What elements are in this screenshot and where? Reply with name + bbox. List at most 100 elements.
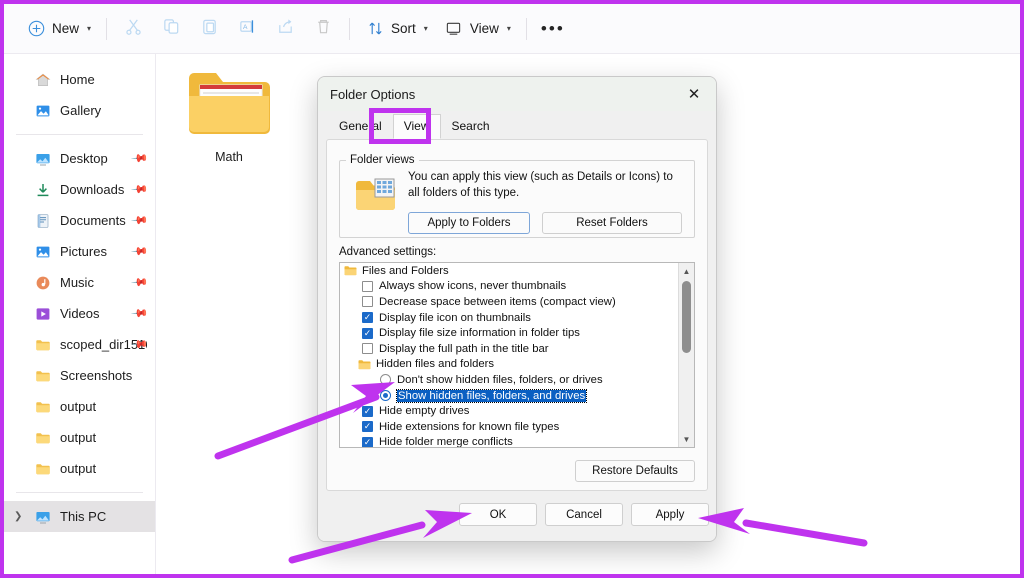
checkbox[interactable] (362, 421, 373, 432)
advanced-list-scrollbar[interactable]: ▲ ▼ (678, 263, 694, 447)
chevron-right-icon[interactable]: ❯ (14, 511, 22, 522)
sidebar-item-downloads[interactable]: Downloads 📌 (4, 174, 155, 205)
delete-icon (314, 17, 333, 41)
advanced-settings-list[interactable]: Files and Folders Always show icons, nev… (339, 262, 695, 448)
folder-views-group: Folder views (339, 154, 695, 238)
checkbox[interactable] (362, 343, 373, 354)
sidebar-item-videos[interactable]: Videos 📌 (4, 298, 155, 329)
sidebar-item-label: output (60, 430, 96, 445)
sidebar-divider-2 (16, 492, 143, 493)
folder-icon (185, 125, 273, 142)
checkbox[interactable] (362, 328, 373, 339)
restore-defaults-button[interactable]: Restore Defaults (575, 460, 695, 482)
sidebar-item-label: Videos (60, 306, 100, 321)
checkbox[interactable] (362, 406, 373, 417)
folder-icon (34, 367, 51, 384)
scroll-up-arrow-icon[interactable]: ▲ (679, 263, 694, 279)
sidebar-item-documents[interactable]: Documents 📌 (4, 205, 155, 236)
advanced-row-hide-empty-drives[interactable]: Hide empty drives (340, 403, 694, 419)
navigation-pane[interactable]: Home Gallery Desktop 📌 Downloads 📌 (4, 54, 156, 574)
checkbox[interactable] (362, 281, 373, 292)
folder-icon (34, 398, 51, 415)
chevron-down-icon-sort[interactable]: ▾ (424, 24, 428, 33)
checkbox[interactable] (362, 437, 373, 448)
scrollbar-thumb[interactable] (682, 281, 691, 353)
advanced-row-label: Files and Folders (362, 265, 449, 277)
sidebar-item-gallery[interactable]: Gallery (4, 95, 155, 126)
toolbar-divider-2 (349, 18, 350, 40)
paste-button[interactable] (190, 13, 228, 45)
advanced-row-label: Hidden files and folders (376, 358, 494, 370)
dialog-title: Folder Options (330, 87, 415, 102)
sidebar-item-output-2[interactable]: output (4, 422, 155, 453)
folder-icon (34, 429, 51, 446)
cut-button[interactable] (114, 13, 152, 45)
sidebar-item-pictures[interactable]: Pictures 📌 (4, 236, 155, 267)
sidebar-item-this-pc[interactable]: ❯ This PC (4, 501, 155, 532)
chevron-down-icon[interactable]: ▾ (87, 24, 91, 33)
advanced-row-display-file-icon[interactable]: Display file icon on thumbnails (340, 310, 694, 326)
tab-view[interactable]: View (393, 114, 441, 139)
toolbar-divider (106, 18, 107, 40)
rename-button[interactable]: A (228, 13, 266, 45)
pin-icon[interactable]: 📌 (131, 273, 150, 292)
radio-button[interactable] (380, 374, 391, 385)
advanced-settings-label: Advanced settings: (339, 246, 436, 258)
advanced-row-display-full-path[interactable]: Display the full path in the title bar (340, 341, 694, 357)
sidebar-item-home[interactable]: Home (4, 64, 155, 95)
pin-icon[interactable]: 📌 (131, 180, 150, 199)
copy-button[interactable] (152, 13, 190, 45)
sidebar-item-output-3[interactable]: output (4, 453, 155, 484)
radio-button-selected[interactable] (380, 390, 391, 401)
dialog-tabstrip[interactable]: General View Search (318, 111, 716, 139)
advanced-row-dont-show-hidden[interactable]: Don't show hidden files, folders, or dri… (340, 372, 694, 388)
file-tile-math[interactable]: Math (174, 66, 284, 164)
scroll-down-arrow-icon[interactable]: ▼ (679, 431, 694, 447)
cancel-button[interactable]: Cancel (545, 503, 623, 526)
music-icon (34, 274, 51, 291)
sidebar-item-label: Home (60, 72, 95, 87)
folder-options-dialog[interactable]: Folder Options ✕ General View Search Fol… (317, 76, 717, 542)
advanced-row-hide-extensions[interactable]: Hide extensions for known file types (340, 419, 694, 435)
folder-view-icon (354, 176, 398, 214)
tab-search[interactable]: Search (441, 114, 501, 139)
advanced-row-display-file-size[interactable]: Display file size information in folder … (340, 325, 694, 341)
pin-icon[interactable]: 📌 (131, 242, 150, 261)
close-icon[interactable]: ✕ (672, 77, 716, 111)
more-options-button[interactable]: ••• (534, 13, 572, 45)
sidebar-item-scoped-dir[interactable]: scoped_dir15168 📌 (4, 329, 155, 360)
tab-general[interactable]: General (328, 114, 393, 139)
checkbox[interactable] (362, 296, 373, 307)
checkbox[interactable] (362, 312, 373, 323)
share-button[interactable] (266, 13, 304, 45)
pin-icon[interactable]: 📌 (131, 211, 150, 230)
folder-views-description: You can apply this view (such as Details… (408, 170, 684, 201)
new-button[interactable]: New ▾ (18, 13, 99, 45)
chevron-down-icon-view[interactable]: ▾ (507, 24, 511, 33)
apply-to-folders-button[interactable]: Apply to Folders (408, 212, 530, 234)
gallery-icon (34, 102, 51, 119)
advanced-row-label: Decrease space between items (compact vi… (379, 296, 616, 308)
advanced-row-show-hidden[interactable]: Show hidden files, folders, and drives (340, 388, 694, 404)
sidebar-item-music[interactable]: Music 📌 (4, 267, 155, 298)
ok-button[interactable]: OK (459, 503, 537, 526)
folder-icon (34, 336, 51, 353)
paste-icon (200, 17, 219, 41)
advanced-row-always-show-icons[interactable]: Always show icons, never thumbnails (340, 279, 694, 295)
sidebar-item-screenshots[interactable]: Screenshots (4, 360, 155, 391)
sidebar-item-label: output (60, 399, 96, 414)
sidebar-item-output-1[interactable]: output (4, 391, 155, 422)
pin-icon[interactable]: 📌 (131, 149, 150, 168)
sidebar-item-desktop[interactable]: Desktop 📌 (4, 143, 155, 174)
view-button[interactable]: View ▾ (436, 13, 519, 45)
advanced-row-hide-merge-conflicts[interactable]: Hide folder merge conflicts (340, 435, 694, 448)
advanced-row-decrease-space[interactable]: Decrease space between items (compact vi… (340, 294, 694, 310)
reset-folders-button[interactable]: Reset Folders (542, 212, 682, 234)
apply-button[interactable]: Apply (631, 503, 709, 526)
downloads-icon (34, 181, 51, 198)
videos-icon (34, 305, 51, 322)
sort-button[interactable]: Sort ▾ (357, 13, 436, 45)
delete-button[interactable] (304, 13, 342, 45)
pin-icon[interactable]: 📌 (131, 304, 150, 323)
toolbar-divider-3 (526, 18, 527, 40)
